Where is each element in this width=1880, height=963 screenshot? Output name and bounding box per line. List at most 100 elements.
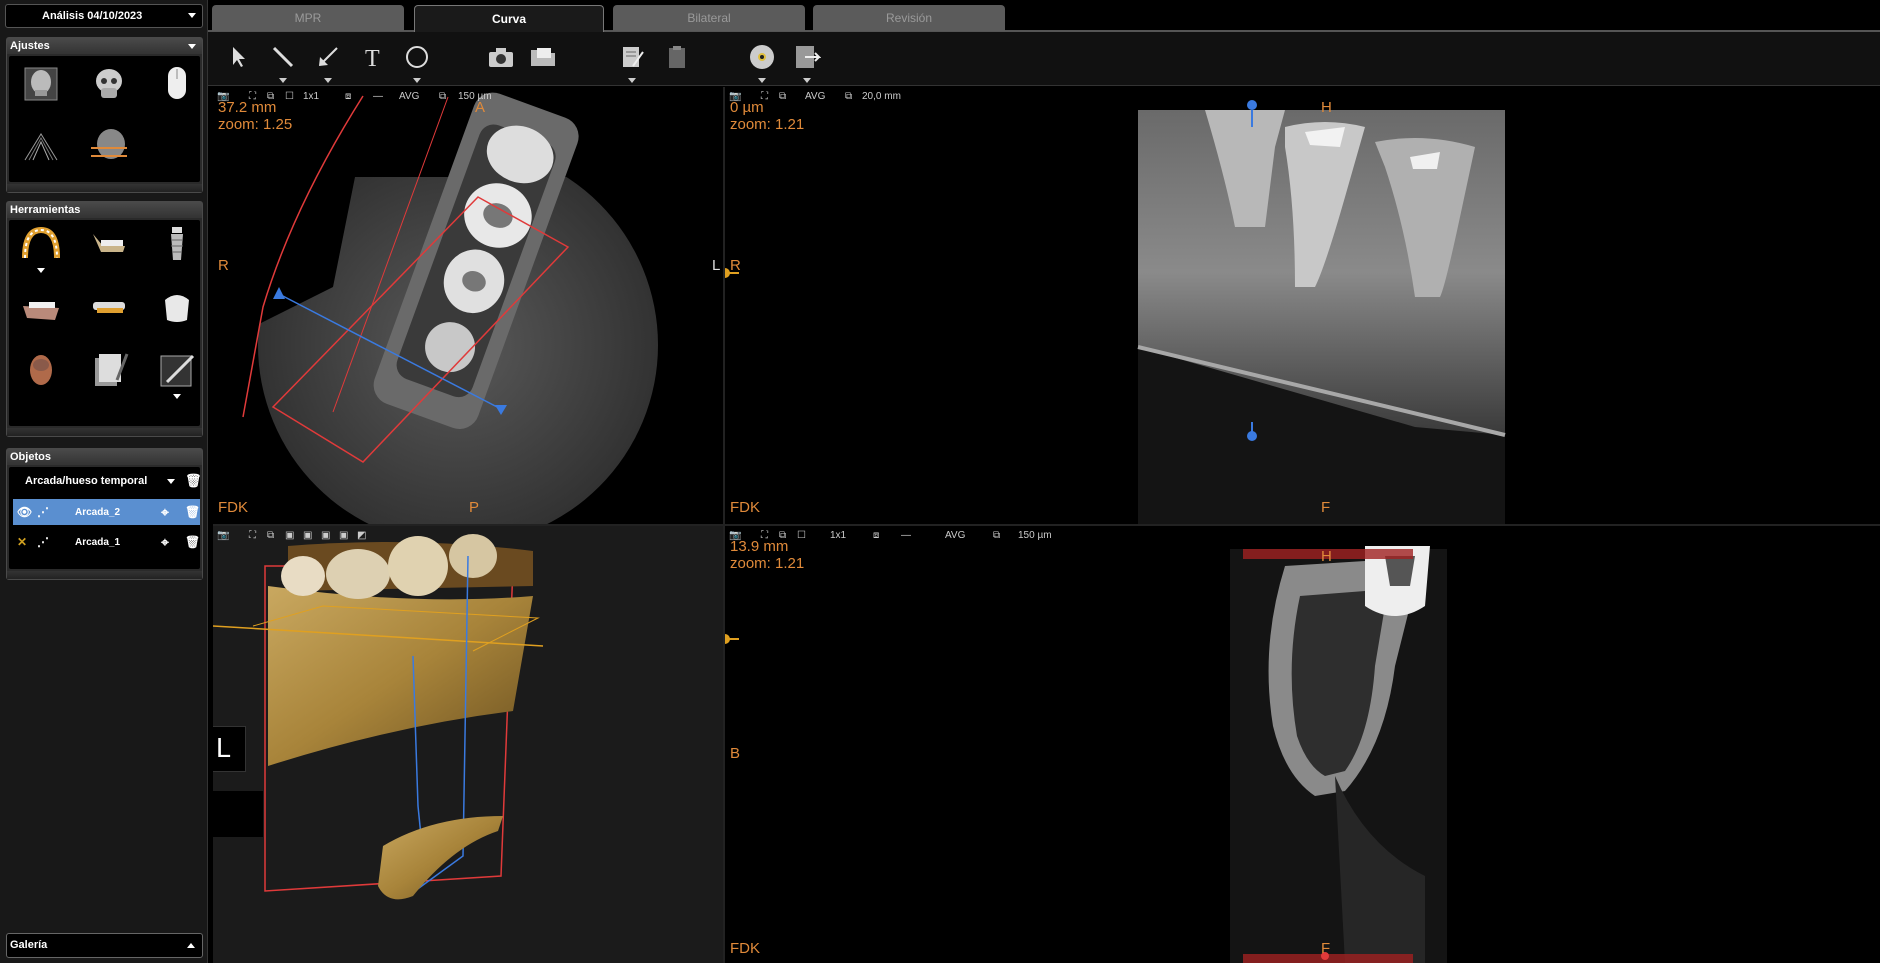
chevron-down-icon — [188, 44, 196, 49]
layout-label[interactable]: 1x1 — [830, 530, 846, 541]
view-preset-icon[interactable]: ◩ — [357, 530, 366, 541]
copy-icon[interactable]: ⧈ — [873, 530, 879, 541]
thickness-icon: ⧉ — [845, 91, 853, 102]
panoramic-icon[interactable] — [21, 126, 61, 166]
objetos-body: Arcada/hueso temporal 🗑 👁 ⋰ Arcada_2 ⌖ 🗑… — [9, 467, 202, 569]
reconstruction-label: FDK — [218, 499, 248, 516]
chevron-down-icon[interactable] — [173, 394, 181, 399]
view-tabs: MPR Curva Bilateral Revisión — [208, 0, 1880, 33]
checkbox-icon[interactable]: ☐ — [285, 91, 294, 102]
objetos-panel: Objetos Arcada/hueso temporal 🗑 👁 ⋰ Arca… — [6, 448, 203, 580]
tab-revision[interactable]: Revisión — [813, 5, 1005, 31]
arrow-pointer-icon[interactable] — [222, 40, 256, 74]
swap-icon[interactable]: ⧉ — [267, 530, 274, 541]
slice-thickness[interactable]: 150 µm — [1018, 530, 1052, 541]
crosshair-icon[interactable]: ⌖ — [161, 504, 169, 521]
annotate-icon[interactable] — [157, 350, 197, 390]
copy-icon[interactable]: ⧈ — [345, 91, 351, 102]
ellipse-icon[interactable] — [400, 40, 434, 83]
report-pages-icon[interactable] — [89, 350, 129, 390]
disc-icon[interactable] — [745, 40, 779, 83]
galeria-panel-header[interactable]: Galería — [6, 933, 203, 958]
analysis-label: Análisis 04/10/2023 — [42, 10, 143, 22]
orientation-bottom: F — [1321, 940, 1331, 957]
dental-arch-icon[interactable] — [21, 224, 61, 264]
implant-icon[interactable] — [157, 224, 197, 264]
dash-icon: — — [901, 530, 911, 541]
curve-points-icon: ⋰ — [37, 535, 49, 549]
cross-section-viewport[interactable]: 📷 ⛶ ⧉ ☐ 1x1 ⧈ — AVG ⧉ 150 µm 13.9 mm zoo… — [725, 526, 1880, 963]
fit-icon[interactable]: ⛶ — [249, 530, 256, 541]
reconstruction-label: FDK — [730, 499, 760, 516]
objetos-header[interactable]: Objetos — [7, 449, 202, 465]
orientation-left: B — [730, 745, 741, 762]
line-measure-icon[interactable] — [266, 40, 300, 83]
checkbox-icon[interactable]: ☐ — [797, 530, 806, 541]
left-sidebar: Análisis 04/10/2023 Ajustes Herramientas… — [0, 0, 208, 963]
layout-label[interactable]: 1x1 — [303, 91, 319, 102]
orientation-cube[interactable]: L — [213, 726, 246, 772]
head-slice-icon[interactable] — [89, 126, 129, 166]
trash-icon[interactable]: 🗑 — [185, 505, 200, 519]
splint-icon[interactable] — [89, 288, 129, 328]
view-front-icon[interactable]: ▣ — [285, 530, 294, 541]
volume-toolbar: 📷 ⛶ ⧉ ▣ ▣ ▣ ▣ ◩ — [213, 526, 723, 546]
zoom-readout: zoom: 1.21 — [730, 555, 805, 572]
panoramic-image — [725, 100, 1506, 524]
dash-icon: — — [373, 91, 383, 102]
trash-icon[interactable]: 🗑 — [185, 473, 202, 489]
ajustes-panel: Ajustes — [6, 37, 203, 193]
panoramic-viewport[interactable]: 📷 ⛶ ⧉ AVG ⧉ 20,0 mm 0 µm zoom: 1.21 H R … — [725, 87, 1880, 524]
clipboard-icon[interactable] — [660, 40, 694, 74]
text-icon[interactable]: T — [356, 40, 390, 74]
view-side-icon[interactable]: ▣ — [303, 530, 312, 541]
object-type-select[interactable]: Arcada/hueso temporal 🗑 — [13, 469, 202, 493]
slab-thickness[interactable]: 20,0 mm — [862, 91, 901, 102]
ajustes-header[interactable]: Ajustes — [7, 38, 202, 54]
skull-front-icon[interactable] — [21, 64, 61, 104]
eye-icon[interactable]: 👁 — [17, 505, 32, 519]
tab-mpr[interactable]: MPR — [212, 5, 404, 31]
mandible-icon[interactable] — [89, 224, 129, 264]
view-back-icon[interactable]: ▣ — [339, 530, 348, 541]
volume-3d-viewport[interactable]: 📷 ⛶ ⧉ ▣ ▣ ▣ ▣ ◩ L — [213, 526, 723, 963]
analysis-dropdown[interactable]: Análisis 04/10/2023 — [5, 4, 203, 28]
eye-hidden-icon[interactable]: ✕ — [17, 535, 27, 549]
axial-image — [213, 87, 723, 524]
skull-3d-icon[interactable] — [89, 64, 129, 104]
main-toolbar: T — [208, 32, 1880, 86]
crosshair-icon[interactable]: ⌖ — [161, 534, 169, 551]
document-edit-icon[interactable] — [615, 40, 649, 83]
mouse-icon[interactable] — [157, 64, 197, 104]
herramientas-header[interactable]: Herramientas — [7, 202, 202, 218]
viewport-divider-horizontal[interactable] — [213, 524, 1880, 526]
projection-mode[interactable]: AVG — [945, 530, 965, 541]
distance-readout: 37.2 mm — [218, 99, 277, 116]
arrow-annotation-icon[interactable] — [311, 40, 345, 83]
trash-icon[interactable]: 🗑 — [185, 535, 200, 549]
camera-icon[interactable]: 📷 — [217, 530, 229, 541]
object-name: Arcada_2 — [75, 506, 121, 518]
ajustes-body — [9, 56, 200, 182]
swap-icon[interactable]: ⧉ — [779, 91, 786, 102]
view-top-icon[interactable]: ▣ — [321, 530, 330, 541]
tab-bilateral[interactable]: Bilateral — [613, 5, 805, 31]
lower-jaw-icon[interactable] — [21, 288, 61, 328]
orientation-left: R — [218, 257, 229, 274]
reconstruction-label: FDK — [730, 940, 760, 957]
orientation-right: L — [712, 257, 721, 274]
chevron-down-icon[interactable] — [37, 268, 45, 273]
camera-icon[interactable] — [484, 40, 518, 74]
axial-viewport[interactable]: 📷 ⛶ ⧉ ☐ 1x1 ⧈ — AVG ⧉ 150 µm 37.2 mm zoo… — [213, 87, 723, 524]
face-3d-icon[interactable] — [21, 350, 61, 390]
chevron-down-icon — [167, 479, 175, 484]
projection-mode[interactable]: AVG — [399, 91, 419, 102]
crown-icon[interactable] — [157, 288, 197, 328]
tab-curva[interactable]: Curva — [414, 5, 604, 33]
projection-mode[interactable]: AVG — [805, 91, 825, 102]
object-row-arcada-2[interactable]: 👁 ⋰ Arcada_2 ⌖ 🗑 — [13, 499, 200, 525]
folder-icon[interactable] — [526, 40, 560, 74]
object-row-arcada-1[interactable]: ✕ ⋰ Arcada_1 ⌖ 🗑 — [13, 529, 200, 555]
export-icon[interactable] — [790, 40, 824, 83]
object-name: Arcada_1 — [75, 536, 121, 548]
